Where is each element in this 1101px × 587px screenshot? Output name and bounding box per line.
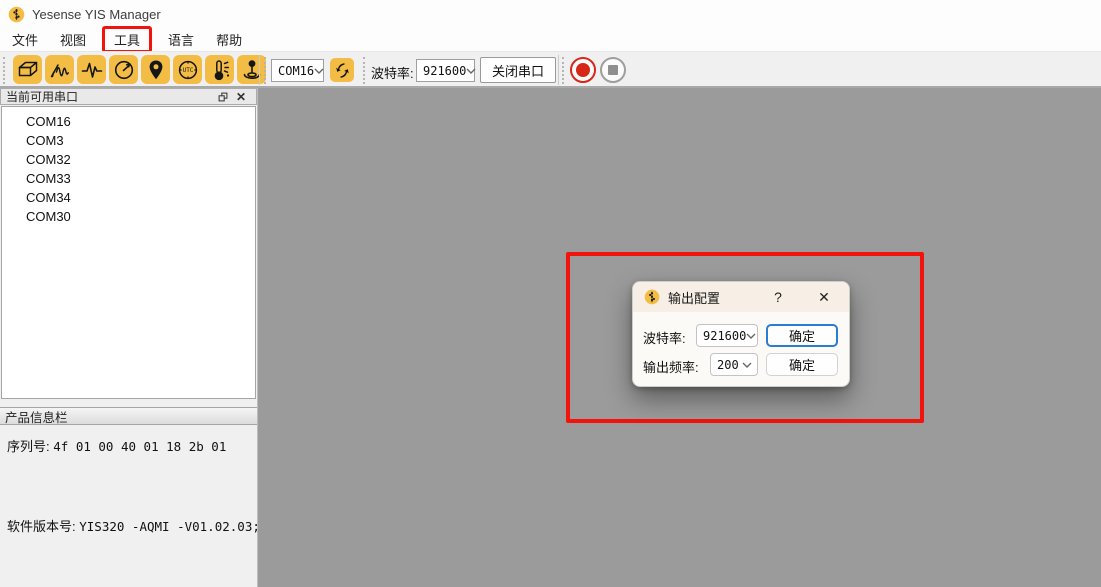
- ports-panel-title: 当前可用串口: [6, 88, 78, 105]
- cube-icon: [16, 58, 40, 82]
- port-list-item[interactable]: COM33: [2, 169, 255, 188]
- dialog-baud-label: 波特率:: [643, 328, 686, 347]
- dialog-baud-confirm-button[interactable]: 确定: [766, 324, 838, 347]
- gauge-icon: [112, 58, 136, 82]
- dialog-logo-icon: [644, 289, 660, 305]
- location-button[interactable]: [141, 55, 170, 84]
- product-info-title: 产品信息栏: [5, 407, 68, 426]
- software-version-value: YIS320 -AQMI -V01.02.03;: [79, 519, 260, 534]
- toolbar-separator: [558, 55, 559, 85]
- toolbar-separator: [259, 55, 260, 85]
- dialog-close-button[interactable]: ✕: [809, 282, 839, 312]
- location-pin-icon: [144, 58, 168, 82]
- baud-rate-select[interactable]: 921600: [416, 59, 475, 82]
- left-dock: 当前可用串口 ✕ COM16 COM3 COM32 COM33 COM34 CO…: [0, 88, 258, 587]
- menu-item-view[interactable]: 视图: [50, 28, 96, 51]
- dialog-rate-value: 200: [717, 358, 739, 372]
- port-list-item[interactable]: COM32: [2, 150, 255, 169]
- port-list-item[interactable]: COM30: [2, 207, 255, 226]
- chevron-down-icon: [742, 362, 752, 368]
- port-list: COM16 COM3 COM32 COM33 COM34 COM30: [1, 106, 256, 399]
- port-list-item[interactable]: COM3: [2, 131, 255, 150]
- software-version-row: 软件版本号: YIS320 -AQMI -V01.02.03;: [7, 516, 260, 535]
- toolbar-grip[interactable]: [562, 57, 565, 84]
- pulse-wave-button[interactable]: [77, 55, 106, 84]
- software-version-label: 软件版本号:: [7, 519, 76, 534]
- baud-rate-value: 921600: [423, 64, 466, 78]
- record-dot-icon: [576, 63, 590, 77]
- product-info-header: 产品信息栏: [0, 407, 257, 425]
- refresh-ports-button[interactable]: [330, 58, 354, 82]
- baud-rate-label: 波特率:: [371, 63, 414, 82]
- stop-button[interactable]: [600, 57, 626, 83]
- port-select-value: COM16: [278, 64, 314, 78]
- thermometer-button[interactable]: [205, 55, 234, 84]
- chevron-down-icon: [314, 68, 324, 74]
- window-title: Yesense YIS Manager: [32, 7, 161, 22]
- joystick-button[interactable]: [237, 55, 266, 84]
- close-port-button[interactable]: 关闭串口: [480, 57, 556, 83]
- serial-number-row: 序列号: 4f 01 00 40 01 18 2b 01: [7, 436, 226, 455]
- svg-text:UTC: UTC: [182, 67, 193, 74]
- ports-panel-header: 当前可用串口 ✕: [0, 88, 257, 105]
- title-bar: Yesense YIS Manager: [0, 0, 1101, 28]
- close-icon: ✕: [236, 91, 246, 103]
- output-config-dialog: 输出配置 ? ✕ 波特率: 921600 确定 输出频率: 200 确定: [632, 281, 850, 387]
- attitude-wave-button[interactable]: [45, 55, 74, 84]
- chevron-down-icon: [746, 333, 756, 339]
- app-logo-icon: [8, 6, 25, 23]
- menu-bar: 文件 视图 工具 语言 帮助: [0, 28, 1101, 51]
- toolbar: UTC COM16: [0, 51, 1101, 88]
- port-list-item[interactable]: COM16: [2, 112, 255, 131]
- utc-clock-button[interactable]: UTC: [173, 55, 202, 84]
- float-panel-icon: [217, 91, 229, 103]
- menu-item-help[interactable]: 帮助: [206, 28, 252, 51]
- thermometer-icon: [208, 58, 232, 82]
- app-window: Yesense YIS Manager 文件 视图 工具 语言 帮助: [0, 0, 1101, 587]
- utc-clock-icon: UTC: [176, 58, 200, 82]
- dialog-baud-select[interactable]: 921600: [696, 324, 758, 347]
- chevron-down-icon: [466, 68, 476, 74]
- record-button[interactable]: [570, 57, 596, 83]
- dialog-title-bar: 输出配置 ? ✕: [633, 282, 849, 312]
- gauge-button[interactable]: [109, 55, 138, 84]
- dialog-rate-confirm-button[interactable]: 确定: [766, 353, 838, 376]
- port-list-item[interactable]: COM34: [2, 188, 255, 207]
- dialog-rate-label: 输出频率:: [643, 357, 699, 376]
- refresh-icon: [333, 61, 352, 80]
- pulse-wave-icon: [80, 58, 104, 82]
- float-panel-button[interactable]: [214, 90, 232, 104]
- toolbar-grip[interactable]: [3, 57, 6, 84]
- menu-item-language[interactable]: 语言: [158, 28, 204, 51]
- toolbar-grip[interactable]: [363, 57, 366, 84]
- menu-item-tools[interactable]: 工具: [102, 26, 152, 53]
- close-panel-button[interactable]: ✕: [232, 90, 250, 104]
- sensor-3d-button[interactable]: [13, 55, 42, 84]
- dialog-rate-select[interactable]: 200: [710, 353, 758, 376]
- stop-square-icon: [608, 65, 618, 75]
- dialog-baud-value: 921600: [703, 329, 746, 343]
- dialog-help-button[interactable]: ?: [765, 282, 791, 312]
- attitude-wave-icon: [48, 58, 72, 82]
- dialog-title: 输出配置: [668, 288, 720, 307]
- serial-number-value: 4f 01 00 40 01 18 2b 01: [53, 439, 226, 454]
- toolbar-grip[interactable]: [264, 57, 267, 84]
- port-select[interactable]: COM16: [271, 59, 324, 82]
- menu-item-file[interactable]: 文件: [2, 28, 48, 51]
- serial-number-label: 序列号:: [7, 439, 50, 454]
